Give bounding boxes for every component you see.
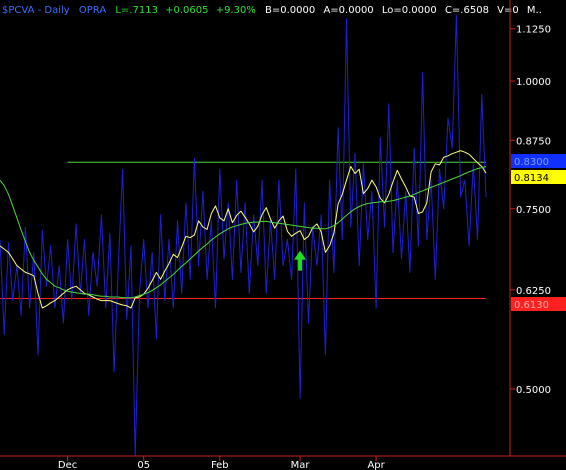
y-tick-label: 1.1250 <box>516 25 551 36</box>
x-tick-label: Dec <box>58 460 77 470</box>
ask-value: A=0.0000 <box>323 5 373 16</box>
price-tag-lower: 0.6130 <box>511 297 566 311</box>
bid-value: B=0.0000 <box>265 5 315 16</box>
x-tick-label: 05 <box>137 460 150 470</box>
price-tag-upper: 0.8300 <box>511 154 566 168</box>
exchange-label: OPRA <box>79 5 106 16</box>
price-change: +0.0605 <box>165 5 208 16</box>
more-indicator: M.. <box>527 5 542 16</box>
price-tag-fast: 0.8134 <box>511 170 566 184</box>
low-value: Lo=0.0000 <box>382 5 437 16</box>
chart-header: $PCVA - Daily OPRA L=.7113 +0.0605 +9.30… <box>2 5 542 16</box>
y-tick-label: 0.7500 <box>516 205 551 216</box>
price-tag-fast-text: 0.8134 <box>514 173 549 184</box>
price-tag-lower-text: 0.6130 <box>514 300 549 311</box>
price-tag-upper-text: 0.8300 <box>514 157 549 168</box>
y-tick-label: 0.6250 <box>516 286 551 297</box>
x-tick-label: Mar <box>291 460 311 470</box>
last-price: L=.7113 <box>115 5 158 16</box>
y-tick-label: 0.5000 <box>516 385 551 396</box>
y-tick-label: 0.8750 <box>516 136 551 147</box>
chart-background <box>0 0 566 470</box>
close-value: C=.6508 <box>445 5 489 16</box>
stock-chart[interactable]: $PCVA - Daily OPRA L=.7113 +0.0605 +9.30… <box>0 0 566 470</box>
x-tick-label: Feb <box>211 460 229 470</box>
percent-change: +9.30% <box>216 5 256 16</box>
symbol-label: $PCVA - Daily <box>2 5 70 16</box>
volume-value: V=0 <box>497 5 519 16</box>
y-tick-label: 1.0000 <box>516 77 551 88</box>
x-tick-label: Apr <box>367 460 385 470</box>
